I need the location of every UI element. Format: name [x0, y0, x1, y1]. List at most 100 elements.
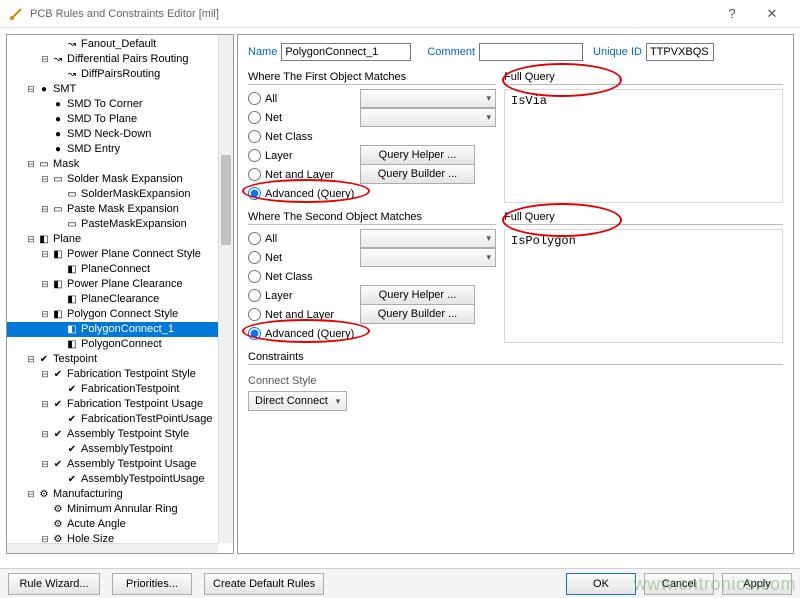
tree-item[interactable]: ⊟◧Power Plane Clearance: [7, 277, 233, 292]
match-radio[interactable]: [248, 149, 261, 162]
match-radio-row[interactable]: Advanced (Query): [248, 324, 360, 343]
tree-twisty[interactable]: ⊟: [39, 52, 51, 67]
tree-twisty[interactable]: ⊟: [25, 487, 37, 502]
tree-item[interactable]: ·⚙Minimum Annular Ring: [7, 502, 233, 517]
tree-item[interactable]: ⊟◧Polygon Connect Style: [7, 307, 233, 322]
tree-item[interactable]: ⊟▭Paste Mask Expansion: [7, 202, 233, 217]
query-helper-button-1[interactable]: Query Helper ...: [360, 145, 475, 165]
tree-item[interactable]: ⊟✔Fabrication Testpoint Style: [7, 367, 233, 382]
tree-item[interactable]: ⊟⚙Manufacturing: [7, 487, 233, 502]
query-builder-button-2[interactable]: Query Builder ...: [360, 304, 475, 324]
tree-twisty[interactable]: ⊟: [25, 352, 37, 367]
tree-item[interactable]: ⊟✔Assembly Testpoint Style: [7, 427, 233, 442]
match-radio[interactable]: [248, 168, 261, 181]
first-combo-1[interactable]: ▾: [360, 89, 496, 108]
tree-twisty[interactable]: ⊟: [39, 277, 51, 292]
match-radio[interactable]: [248, 232, 261, 245]
close-button[interactable]: ✕: [752, 2, 792, 26]
match-radio-row[interactable]: Net and Layer: [248, 305, 360, 324]
tree-twisty[interactable]: ⊟: [39, 247, 51, 262]
match-radio[interactable]: [248, 270, 261, 283]
tree-twisty[interactable]: ⊟: [25, 232, 37, 247]
match-radio-row[interactable]: Net: [248, 248, 360, 267]
match-radio[interactable]: [248, 92, 261, 105]
tree-item[interactable]: ·◧PolygonConnect: [7, 337, 233, 352]
tree-item[interactable]: ·✔AssemblyTestpoint: [7, 442, 233, 457]
match-radio-row[interactable]: All: [248, 229, 360, 248]
rule-tree[interactable]: ·↝Fanout_Default⊟↝Differential Pairs Rou…: [7, 35, 233, 553]
tree-twisty[interactable]: ⊟: [39, 307, 51, 322]
tree-item[interactable]: ·↝Fanout_Default: [7, 37, 233, 52]
query-helper-button-2[interactable]: Query Helper ...: [360, 285, 475, 305]
priorities-button[interactable]: Priorities...: [112, 573, 192, 595]
tree-item[interactable]: ·▭SolderMaskExpansion: [7, 187, 233, 202]
tree-twisty[interactable]: ⊟: [25, 157, 37, 172]
apply-button[interactable]: Apply: [722, 573, 792, 595]
tree-item[interactable]: ·●SMD To Plane: [7, 112, 233, 127]
match-radio-row[interactable]: Layer: [248, 146, 360, 165]
tree-item[interactable]: ·⚙Acute Angle: [7, 517, 233, 532]
comment-input[interactable]: [479, 43, 583, 61]
query-builder-button-1[interactable]: Query Builder ...: [360, 164, 475, 184]
tree-item[interactable]: ⊟✔Assembly Testpoint Usage: [7, 457, 233, 472]
match-radio-row[interactable]: Net Class: [248, 267, 360, 286]
tree-twisty[interactable]: ⊟: [39, 457, 51, 472]
tree-twisty[interactable]: ⊟: [39, 427, 51, 442]
match-radio[interactable]: [248, 111, 261, 124]
unique-id-input[interactable]: [646, 43, 714, 61]
tree-item[interactable]: ·◧PolygonConnect_1: [7, 322, 233, 337]
match-radio[interactable]: [248, 251, 261, 264]
tree-item[interactable]: ⊟◧Plane: [7, 232, 233, 247]
tree-twisty[interactable]: ⊟: [39, 367, 51, 382]
cancel-button[interactable]: Cancel: [644, 573, 714, 595]
ok-button[interactable]: OK: [566, 573, 636, 595]
match-radio-row[interactable]: Net and Layer: [248, 165, 360, 184]
query-text-1[interactable]: IsVia: [504, 89, 783, 203]
match-radio[interactable]: [248, 308, 261, 321]
match-radio-row[interactable]: Layer: [248, 286, 360, 305]
rule-wizard-button[interactable]: Rule Wizard...: [8, 573, 100, 595]
name-input[interactable]: [281, 43, 411, 61]
tree-scrollbar-vertical[interactable]: [218, 35, 233, 543]
tree-item[interactable]: ·✔FabricationTestpoint: [7, 382, 233, 397]
second-combo-2[interactable]: ▾: [360, 248, 496, 267]
match-radio-row[interactable]: Net Class: [248, 127, 360, 146]
tree-twisty: ·: [39, 112, 51, 127]
tree-item[interactable]: ·↝DiffPairsRouting: [7, 67, 233, 82]
tree-item[interactable]: ⊟✔Fabrication Testpoint Usage: [7, 397, 233, 412]
tree-item[interactable]: ·●SMD To Corner: [7, 97, 233, 112]
match-radio-row[interactable]: Advanced (Query): [248, 184, 360, 203]
tree-item[interactable]: ⊟↝Differential Pairs Routing: [7, 52, 233, 67]
tree-item[interactable]: ·▭PasteMaskExpansion: [7, 217, 233, 232]
match-radio-row[interactable]: Net: [248, 108, 360, 127]
match-radio-row[interactable]: All: [248, 89, 360, 108]
tree-item[interactable]: ·✔AssemblyTestpointUsage: [7, 472, 233, 487]
tree-item[interactable]: ·◧PlaneClearance: [7, 292, 233, 307]
tree-item[interactable]: ⊟▭Solder Mask Expansion: [7, 172, 233, 187]
help-button[interactable]: ?: [712, 2, 752, 26]
tree-item-icon: ◧: [51, 277, 65, 292]
first-combo-2[interactable]: ▾: [360, 108, 496, 127]
tree-item[interactable]: ·✔FabricationTestPointUsage: [7, 412, 233, 427]
tree-item[interactable]: ⊟◧Power Plane Connect Style: [7, 247, 233, 262]
tree-item[interactable]: ·●SMD Neck-Down: [7, 127, 233, 142]
tree-twisty[interactable]: ⊟: [25, 82, 37, 97]
tree-item[interactable]: ⊟✔Testpoint: [7, 352, 233, 367]
query-text-2[interactable]: IsPolygon: [504, 229, 783, 343]
match-radio[interactable]: [248, 187, 261, 200]
match-radio[interactable]: [248, 289, 261, 302]
match-radio[interactable]: [248, 327, 261, 340]
tree-scrollbar-horizontal[interactable]: [7, 543, 218, 553]
tree-twisty[interactable]: ⊟: [39, 397, 51, 412]
tree-item[interactable]: ⊟▭Mask: [7, 157, 233, 172]
tree-item[interactable]: ⊟●SMT: [7, 82, 233, 97]
match-radio[interactable]: [248, 130, 261, 143]
match-radio-label: Net: [265, 252, 282, 264]
create-default-rules-button[interactable]: Create Default Rules: [204, 573, 324, 595]
tree-twisty[interactable]: ⊟: [39, 202, 51, 217]
tree-twisty[interactable]: ⊟: [39, 172, 51, 187]
second-combo-1[interactable]: ▾: [360, 229, 496, 248]
connect-style-select[interactable]: Direct Connect ▾: [248, 391, 347, 411]
tree-item[interactable]: ·◧PlaneConnect: [7, 262, 233, 277]
tree-item[interactable]: ·●SMD Entry: [7, 142, 233, 157]
